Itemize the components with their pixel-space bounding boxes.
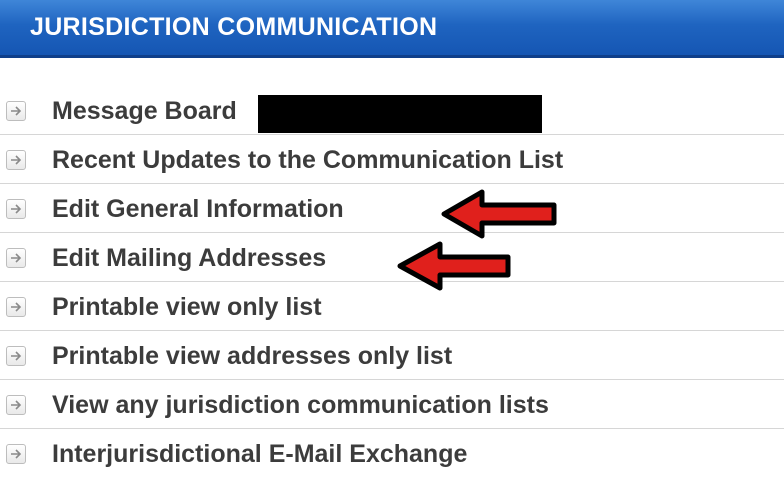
section-title: JURISDICTION COMMUNICATION [30,13,438,41]
arrow-right-icon[interactable] [6,395,26,415]
menu-item-edit-mailing-addresses[interactable]: Edit Mailing Addresses [0,233,784,282]
menu-item-label[interactable]: Printable view only list [52,293,322,322]
menu-item-label[interactable]: Recent Updates to the Communication List [52,146,563,175]
menu-item-recent-updates[interactable]: Recent Updates to the Communication List [0,135,784,184]
arrow-right-icon[interactable] [6,101,26,121]
red-arrow-icon [397,241,511,291]
arrow-right-icon[interactable] [6,150,26,170]
menu-item-label[interactable]: Printable view addresses only list [52,342,452,371]
arrow-right-icon[interactable] [6,346,26,366]
menu-item-printable-view-only-list[interactable]: Printable view only list [0,282,784,331]
arrow-right-icon[interactable] [6,297,26,317]
menu-item-label[interactable]: Edit Mailing Addresses [52,244,326,273]
menu-item-view-jurisdiction-lists[interactable]: View any jurisdiction communication list… [0,380,784,429]
arrow-right-icon[interactable] [6,199,26,219]
menu-item-printable-view-addresses[interactable]: Printable view addresses only list [0,331,784,380]
red-arrow-icon [441,189,557,239]
section-header: JURISDICTION COMMUNICATION [0,0,784,58]
menu-item-label[interactable]: Message Board [52,97,237,126]
jurisdiction-menu: Message Board Recent Updates to the Comm… [0,86,784,478]
menu-item-label[interactable]: Edit General Information [52,195,344,224]
menu-item-label[interactable]: View any jurisdiction communication list… [52,391,549,420]
menu-item-email-exchange[interactable]: Interjurisdictional E-Mail Exchange [0,429,784,478]
redaction-block [258,95,542,133]
menu-item-edit-general-information[interactable]: Edit General Information [0,184,784,233]
arrow-right-icon[interactable] [6,444,26,464]
menu-item-label[interactable]: Interjurisdictional E-Mail Exchange [52,440,467,469]
arrow-right-icon[interactable] [6,248,26,268]
